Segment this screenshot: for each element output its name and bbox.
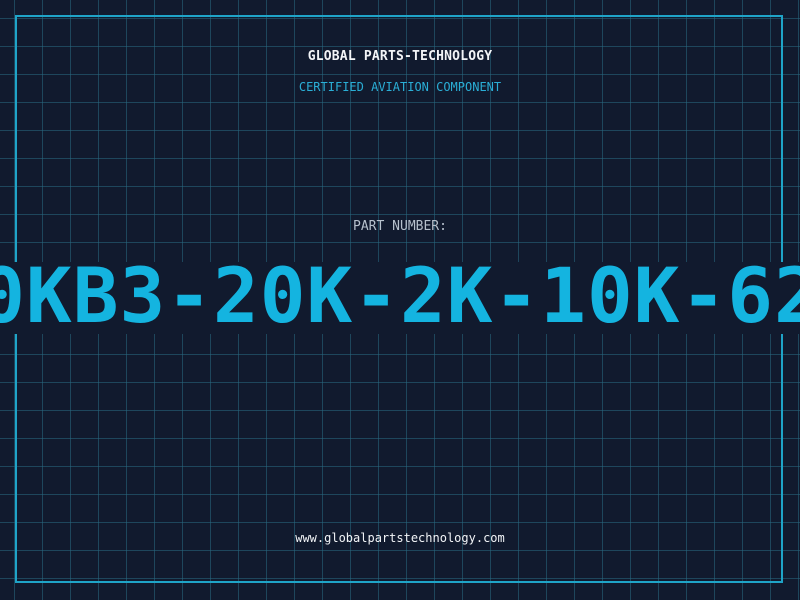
website-url[interactable]: www.globalpartstechnology.com [0, 531, 800, 545]
part-number-label: PART NUMBER: [353, 219, 447, 234]
company-name: GLOBAL PARTS-TECHNOLOGY [307, 49, 493, 64]
part-number-value: MS3450KB3-20K-2K-10K-6220C-6 [0, 262, 800, 334]
certification-tagline: CERTIFIED AVIATION COMPONENT [298, 80, 502, 94]
part-number-band: MS3450KB3-20K-2K-10K-6220C-6 [0, 262, 800, 334]
